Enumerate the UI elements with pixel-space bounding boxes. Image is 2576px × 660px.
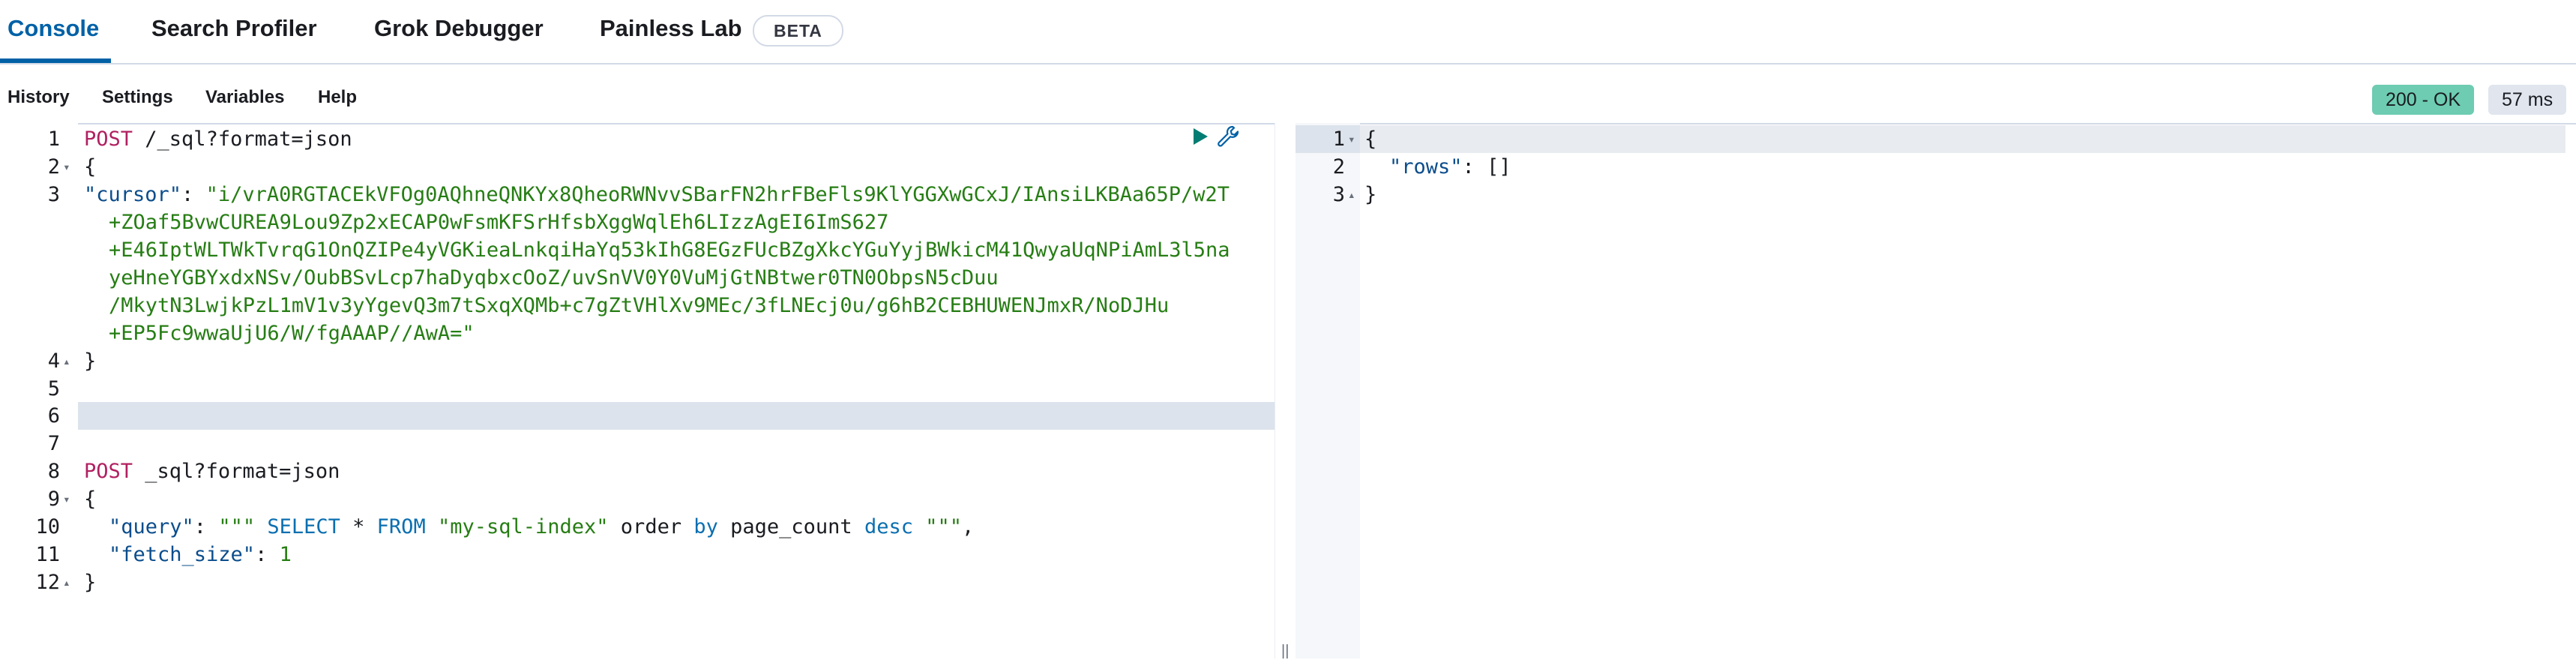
code-line: "fetch_size": 1	[109, 541, 292, 568]
line-number: 1	[47, 128, 60, 151]
json-colon: :	[1462, 155, 1487, 178]
console-toolbar: History Settings Variables Help	[0, 64, 2576, 124]
fold-toggle-icon[interactable]: ▾	[63, 485, 70, 513]
tab-search-profiler[interactable]: Search Profiler	[151, 12, 317, 45]
code-line: {	[84, 488, 97, 511]
wrench-icon[interactable]	[1216, 124, 1240, 148]
code-line: {	[84, 155, 97, 178]
json-comma: ,	[962, 515, 975, 538]
line-number: 4	[47, 350, 60, 373]
code-line: }	[84, 571, 97, 594]
code-line-wrap: /MkytN3LwjkPzL1mV1v3yYgevQ3m7tSxqXQMb+c7…	[109, 294, 1170, 317]
line-number: 3	[47, 183, 60, 206]
line-number: 8	[47, 460, 60, 483]
json-colon: :	[181, 183, 206, 206]
code-line: {	[1364, 128, 1377, 151]
variables-button[interactable]: Variables	[205, 87, 284, 108]
json-colon: :	[255, 543, 280, 566]
request-path: _sql?format=json	[133, 460, 340, 483]
request-editor[interactable]: 1 2 ▾ 3 4 ▴ 5 6 7 8 9 ▾ 10 11 12 ▴ POST …	[0, 123, 1275, 658]
play-icon[interactable]	[1192, 128, 1209, 146]
code-line: POST /_sql?format=json	[84, 125, 352, 153]
code-line: "rows": []	[1389, 153, 1511, 181]
history-button[interactable]: History	[7, 87, 70, 108]
json-key: "query"	[109, 515, 194, 538]
json-array: []	[1487, 155, 1511, 178]
tab-grok-debugger[interactable]: Grok Debugger	[374, 12, 544, 45]
beta-badge: BETA	[753, 15, 843, 46]
code-line: POST _sql?format=json	[84, 458, 340, 485]
code-line: "query": """ SELECT * FROM "my-sql-index…	[109, 513, 974, 541]
fold-toggle-icon[interactable]: ▴	[63, 568, 70, 596]
response-editor[interactable]: 1 ▾ 2 3 ▴ { "rows": [] }	[1295, 123, 2576, 658]
sql-keyword: desc	[864, 515, 913, 538]
triple-quote: """	[218, 515, 256, 538]
json-colon: :	[193, 515, 219, 538]
line-number: 1	[1332, 128, 1345, 151]
code-line: }	[1364, 183, 1377, 206]
tab-painless-lab[interactable]: Painless Lab	[600, 12, 742, 45]
json-key: "rows"	[1389, 155, 1463, 178]
sql-text: order	[608, 515, 694, 538]
code-line: "cursor": "i/vrA0RGTACEkVFOg0AQhneQNKYx8…	[84, 181, 1230, 208]
fold-toggle-icon[interactable]: ▾	[63, 153, 70, 181]
line-number: 11	[35, 543, 60, 566]
resize-handle-icon[interactable]: ||	[1281, 643, 1289, 660]
sql-field: page_count	[717, 515, 864, 538]
triple-quote: """	[912, 515, 962, 538]
code-line-wrap: yeHneYGBYxdxNSv/OubBSvLcp7haDyqbxcOoZ/uv…	[109, 266, 999, 290]
line-number: 3	[1332, 183, 1345, 206]
line-number: 6	[47, 404, 60, 428]
active-line-highlight	[0, 402, 1275, 430]
fold-toggle-icon[interactable]: ▴	[1348, 181, 1355, 208]
sql-keyword: SELECT	[255, 515, 340, 538]
json-key: "fetch_size"	[109, 543, 256, 566]
sql-keyword: by	[693, 515, 718, 538]
line-number: 2	[1332, 155, 1345, 178]
sql-index: "my-sql-index"	[425, 515, 609, 538]
fold-toggle-icon[interactable]: ▴	[63, 347, 70, 375]
settings-button[interactable]: Settings	[102, 87, 173, 108]
json-key: "cursor"	[84, 183, 182, 206]
top-tab-bar: Console Search Profiler Grok Debugger Pa…	[0, 0, 2576, 64]
line-number: 2	[47, 155, 60, 178]
request-path: /_sql?format=json	[133, 128, 352, 151]
status-code-badge: 200 - OK	[2372, 85, 2475, 115]
line-number: 7	[47, 432, 60, 455]
http-method: POST	[84, 460, 133, 483]
http-method: POST	[84, 128, 133, 151]
fold-toggle-icon[interactable]: ▾	[1348, 125, 1355, 153]
code-line-wrap: +EP5Fc9wwaUjU6/W/fgAAAP//AwA="	[109, 322, 475, 345]
line-number: 5	[47, 377, 60, 400]
code-line-wrap: +ZOaf5BvwCUREA9Lou9Zp2xECAP0wFsmKFSrHfsb…	[109, 211, 889, 234]
line-number: 9	[47, 488, 60, 511]
tab-console[interactable]: Console	[7, 12, 99, 45]
help-button[interactable]: Help	[318, 87, 357, 108]
code-line-wrap: +E46IptWLTWkTvrqG1OnQZIPe4yVGKieaLnkqiHa…	[109, 238, 1230, 262]
active-tab-indicator	[0, 58, 111, 63]
active-line-highlight	[1360, 125, 2566, 153]
sql-operator: *	[340, 515, 377, 538]
json-number: 1	[279, 543, 292, 566]
json-string: "i/vrA0RGTACEkVFOg0AQhneQNKYx8QheoRWNvvS…	[205, 183, 1230, 206]
code-line: }	[84, 350, 97, 373]
sql-keyword: FROM	[376, 515, 426, 538]
line-number: 10	[35, 515, 60, 538]
line-number: 12	[35, 571, 60, 594]
request-time-badge: 57 ms	[2488, 85, 2567, 115]
